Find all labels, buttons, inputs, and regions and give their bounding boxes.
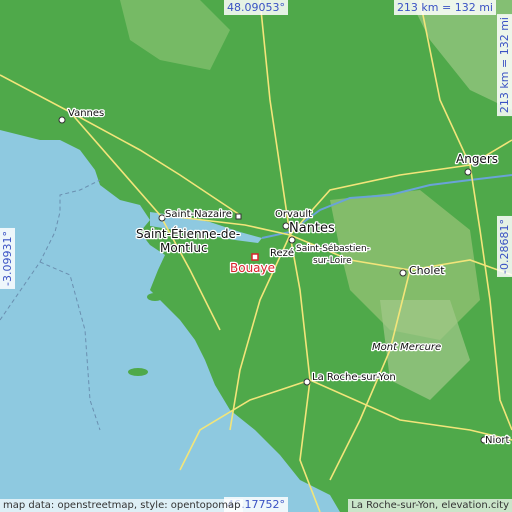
label-angers: Angers [456,152,498,166]
coord-right: -0.28681° [497,216,512,277]
label-vannes: Vannes [68,108,104,119]
saint-etienne-marker [235,213,242,220]
coord-left: -3.09931° [0,228,15,289]
coord-top: 48.09053° [224,0,288,15]
label-la-roche-sur-yon: La Roche-sur-Yon [312,372,396,383]
reze-marker [288,236,296,244]
label-saint-sebastien-line2: sur-Loire [313,256,352,266]
label-nantes: Nantes [289,221,335,236]
attribution-right: La Roche-sur-Yon, elevation.city [348,499,512,512]
vannes-marker [58,116,66,124]
label-mont-mercure: Mont Mercure [372,342,441,353]
bouaye-marker [251,253,259,261]
scale-vertical: 213 km = 132 mi [497,14,512,117]
label-bouaye: Bouaye [230,261,275,275]
label-saint-sebastien-line1: Saint-Sébastien- [296,243,370,254]
island [128,368,148,376]
angers-marker [464,168,472,176]
cholet-marker [399,269,407,277]
label-reze: Rezé [270,247,294,259]
label-saint-nazaire: Saint-Nazaire [165,209,232,220]
label-saint-etienne-line2: Montluc [160,241,208,255]
label-cholet: Cholet [409,264,445,277]
attribution-left: map data: openstreetmap, style: opentopo… [0,499,244,512]
label-saint-etienne-line1: Saint-Étienne-de- [136,226,240,241]
scale-horizontal: 213 km = 132 mi [393,0,496,15]
label-niort: Niort [485,435,509,446]
label-orvault: Orvault [275,209,312,220]
island [147,293,163,301]
topographic-map[interactable]: Vannes Angers Saint-Nazaire Saint-Étienn… [0,0,512,512]
la-roche-marker [303,378,311,386]
